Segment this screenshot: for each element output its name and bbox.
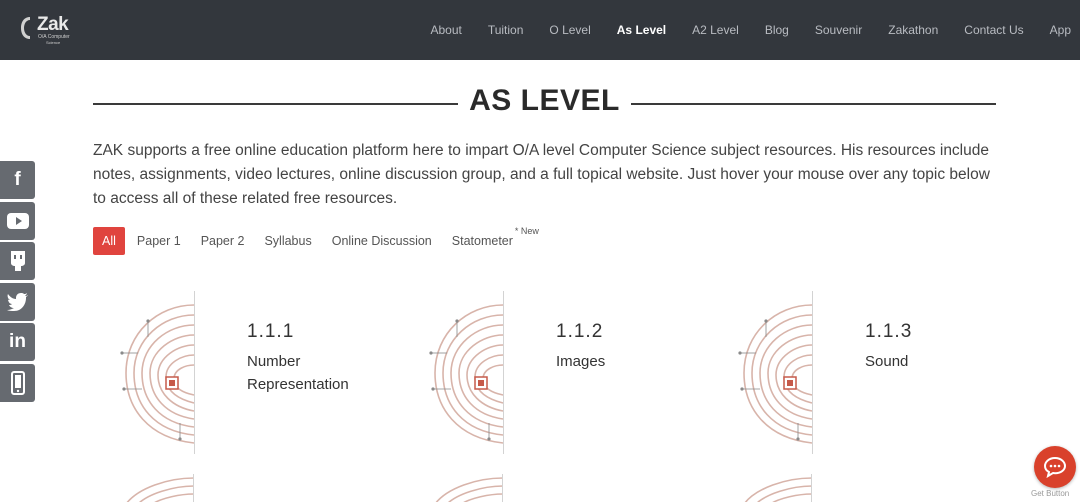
topic-name: Images bbox=[556, 353, 606, 370]
topic-card-partial[interactable] bbox=[427, 474, 507, 502]
logo-tagline-2: Science bbox=[46, 40, 61, 45]
topic-name: Sound bbox=[865, 353, 909, 370]
nav-o-level[interactable]: O Level bbox=[549, 23, 590, 37]
filter-statometer-label: Statometer bbox=[451, 234, 513, 248]
chat-button-label: Get Button bbox=[1031, 489, 1070, 498]
topic-filter-bar: All Paper 1 Paper 2 Syllabus Online Disc… bbox=[93, 226, 539, 256]
nav-a2-level[interactable]: A2 Level bbox=[692, 23, 739, 37]
fingerprint-circuit-icon bbox=[738, 304, 813, 444]
filter-statometer[interactable]: Statometer * New bbox=[451, 226, 539, 248]
new-badge: * New bbox=[514, 226, 539, 236]
filter-online-discussion[interactable]: Online Discussion bbox=[332, 234, 432, 248]
fingerprint-circuit-icon bbox=[744, 474, 813, 502]
card-divider bbox=[194, 291, 195, 454]
nav-app[interactable]: App bbox=[1050, 23, 1071, 37]
page-heading: AS LEVEL bbox=[93, 84, 996, 124]
nav-contact-us[interactable]: Contact Us bbox=[964, 23, 1023, 37]
filter-paper-1[interactable]: Paper 1 bbox=[137, 234, 181, 248]
topic-card[interactable]: 1.1.3 Sound bbox=[711, 291, 1001, 456]
facebook-icon[interactable]: f bbox=[0, 161, 35, 199]
nav-souvenir[interactable]: Souvenir bbox=[815, 23, 862, 37]
card-divider bbox=[503, 291, 504, 454]
topic-name: Number Representation bbox=[247, 353, 349, 393]
page-title: AS LEVEL bbox=[469, 84, 620, 117]
nav-as-level[interactable]: As Level bbox=[617, 23, 666, 37]
mobile-app-icon[interactable] bbox=[0, 363, 35, 402]
top-navigation-bar: Zak O/A Computer Science About Tuition O… bbox=[0, 0, 1080, 60]
github-icon[interactable] bbox=[0, 242, 35, 280]
topic-card-partial[interactable] bbox=[118, 474, 198, 502]
twitter-icon[interactable] bbox=[0, 282, 35, 321]
heading-rule-left bbox=[93, 103, 458, 105]
main-nav: About Tuition O Level As Level A2 Level … bbox=[404, 0, 1080, 60]
topic-number: 1.1.3 bbox=[865, 321, 913, 342]
topic-card-partial[interactable] bbox=[736, 474, 816, 502]
chat-button[interactable] bbox=[1034, 446, 1076, 488]
nav-blog[interactable]: Blog bbox=[765, 23, 789, 37]
topic-card[interactable]: 1.1.1 Number Representation bbox=[93, 291, 383, 456]
linkedin-icon[interactable]: in bbox=[0, 323, 35, 361]
logo-mark-icon bbox=[21, 17, 30, 39]
fingerprint-circuit-icon bbox=[429, 304, 504, 444]
nav-about[interactable]: About bbox=[430, 23, 461, 37]
fingerprint-circuit-icon bbox=[120, 304, 195, 444]
fingerprint-circuit-icon bbox=[126, 474, 195, 502]
nav-tuition[interactable]: Tuition bbox=[488, 23, 524, 37]
filter-all[interactable]: All bbox=[93, 227, 125, 255]
heading-rule-right bbox=[631, 103, 996, 105]
chat-bubble-icon bbox=[1043, 456, 1067, 478]
topic-number: 1.1.1 bbox=[247, 321, 295, 342]
filter-syllabus[interactable]: Syllabus bbox=[264, 234, 311, 248]
intro-paragraph: ZAK supports a free online education pla… bbox=[93, 142, 990, 207]
social-share-sidebar: f in bbox=[0, 161, 35, 404]
site-logo[interactable]: Zak O/A Computer Science bbox=[20, 14, 80, 46]
youtube-icon[interactable] bbox=[0, 201, 35, 240]
nav-zakathon[interactable]: Zakathon bbox=[888, 23, 938, 37]
topic-number: 1.1.2 bbox=[556, 321, 604, 342]
filter-paper-2[interactable]: Paper 2 bbox=[201, 234, 245, 248]
logo-text: Zak bbox=[37, 14, 69, 35]
topic-card[interactable]: 1.1.2 Images bbox=[402, 291, 692, 456]
card-divider bbox=[812, 291, 813, 454]
fingerprint-circuit-icon bbox=[435, 474, 504, 502]
